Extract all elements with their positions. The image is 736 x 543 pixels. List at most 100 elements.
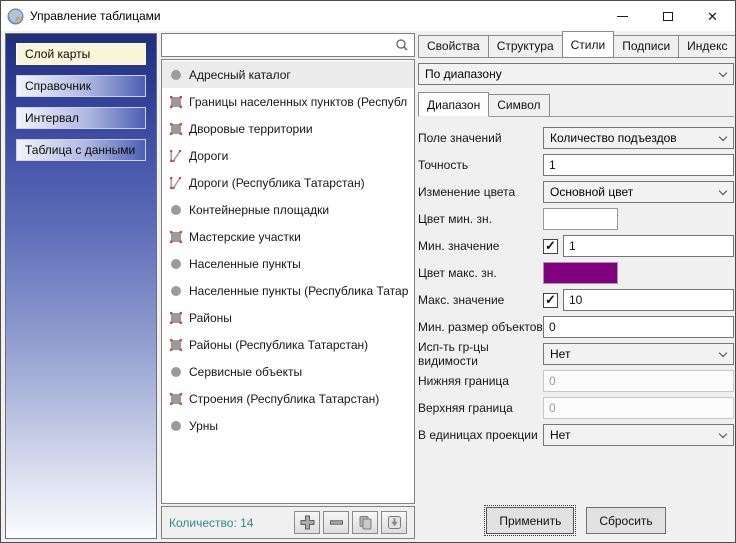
tab-structure[interactable]: Структура — [488, 35, 563, 58]
sidebar-item-data-table[interactable]: Таблица с данными — [16, 139, 146, 161]
max-value-checkbox[interactable] — [543, 293, 558, 308]
sidebar-item-interval[interactable]: Интервал — [16, 107, 146, 129]
list-item-label: Населенные пункты (Республика Татар — [189, 284, 408, 298]
values-field-select[interactable]: Количество подъездов — [543, 127, 734, 149]
sidebar-item-directory[interactable]: Справочник — [16, 75, 146, 97]
visibility-bounds-select[interactable]: Нет — [543, 343, 734, 365]
chevron-down-icon — [719, 69, 727, 77]
chevron-down-icon — [719, 133, 727, 141]
list-item[interactable]: Дороги — [162, 142, 414, 169]
maximize-button[interactable] — [645, 1, 690, 31]
precision-input[interactable] — [543, 154, 734, 176]
list-item[interactable]: Районы (Республика Татарстан) — [162, 331, 414, 358]
subtab-range[interactable]: Диапазон — [418, 92, 489, 117]
field-label: Цвет мин. зн. — [418, 212, 543, 226]
list-item-label: Контейнерные площадки — [189, 203, 329, 217]
maximize-icon — [663, 12, 673, 21]
field-label: Макс. значение — [418, 293, 543, 307]
list-item[interactable]: Районы — [162, 304, 414, 331]
form-row: Верхняя граница — [418, 397, 734, 419]
min-value-input[interactable] — [563, 235, 734, 257]
list-item[interactable]: Адресный каталог — [162, 61, 414, 88]
tabstrip: Свойства Структура Стили Подписи Индекс — [418, 33, 734, 58]
line-icon — [169, 177, 182, 189]
tab-labels[interactable]: Подписи — [613, 35, 679, 58]
list-item-label: Дворовые территории — [189, 122, 313, 136]
copy-layer-button[interactable] — [352, 511, 378, 534]
search-box — [161, 33, 415, 57]
field-label: Верхняя граница — [418, 401, 543, 415]
footer: Применить Сбросить — [418, 507, 734, 534]
point-icon — [169, 420, 182, 432]
close-button[interactable]: ✕ — [690, 1, 735, 31]
layer-count-label: Количество: 14 — [169, 516, 253, 530]
list-item-label: Адресный каталог — [189, 68, 291, 82]
tab-styles[interactable]: Стили — [562, 31, 615, 58]
field-label: Мин. значение — [418, 239, 543, 253]
list-item[interactable]: Строения (Республика Татарстан) — [162, 385, 414, 412]
globe-icon — [7, 8, 24, 25]
list-item[interactable]: Населенные пункты — [162, 250, 414, 277]
min-color-swatch[interactable] — [543, 208, 618, 230]
form-row: Нижняя граница — [418, 370, 734, 392]
form-row: Макс. значение — [418, 289, 734, 311]
sidebar-item-map-layer[interactable]: Слой карты — [16, 43, 146, 65]
color-change-select[interactable]: Основной цвет — [543, 181, 734, 203]
list-item[interactable]: Контейнерные площадки — [162, 196, 414, 223]
field-label: Поле значений — [418, 131, 543, 145]
minimize-button[interactable] — [600, 1, 645, 31]
layer-list-footer: Количество: 14 — [161, 506, 415, 539]
subtab-symbol[interactable]: Символ — [488, 94, 549, 116]
form-row: Изменение цвета Основной цвет — [418, 181, 734, 203]
search-icon — [394, 38, 409, 53]
chevron-down-icon — [719, 187, 727, 195]
max-value-input[interactable] — [563, 289, 734, 311]
style-mode-select[interactable]: По диапазону — [418, 63, 734, 85]
polygon-icon — [169, 339, 182, 351]
list-item[interactable]: Дороги (Республика Татарстан) — [162, 169, 414, 196]
list-item-label: Районы (Республика Татарстан) — [189, 338, 368, 352]
projection-units-select[interactable]: Нет — [543, 424, 734, 446]
main-area: Слой карты Справочник Интервал Таблица с… — [1, 31, 735, 542]
polygon-icon — [169, 123, 182, 135]
form-row: Цвет макс. зн. — [418, 262, 734, 284]
apply-button[interactable]: Применить — [486, 507, 574, 534]
remove-layer-button[interactable] — [323, 511, 349, 534]
search-input[interactable] — [162, 35, 394, 55]
reset-button[interactable]: Сбросить — [586, 507, 665, 534]
point-icon — [169, 204, 182, 216]
list-item[interactable]: Границы населенных пунктов (Республ — [162, 88, 414, 115]
list-item[interactable]: Дворовые территории — [162, 115, 414, 142]
import-icon — [387, 515, 402, 530]
form-row: Точность — [418, 154, 734, 176]
tab-index[interactable]: Индекс — [678, 35, 736, 58]
titlebar: Управление таблицами ✕ — [1, 1, 735, 31]
form-row: Мин. значение — [418, 235, 734, 257]
list-item[interactable]: Населенные пункты (Республика Татар — [162, 277, 414, 304]
tab-properties[interactable]: Свойства — [418, 35, 489, 58]
field-label: Исп-ть гр-цы видимости — [418, 340, 543, 368]
list-item-label: Дороги (Республика Татарстан) — [189, 176, 365, 190]
plus-icon — [300, 515, 315, 530]
list-item-label: Границы населенных пунктов (Республ — [189, 95, 407, 109]
point-icon — [169, 285, 182, 297]
form-row: Мин. размер объектов — [418, 316, 734, 338]
min-value-checkbox[interactable] — [543, 239, 558, 254]
polygon-icon — [169, 231, 182, 243]
field-label: Цвет макс. зн. — [418, 266, 543, 280]
field-label: Нижняя граница — [418, 374, 543, 388]
layer-list[interactable]: Адресный каталог Границы населенных пунк… — [161, 59, 415, 504]
minimize-icon — [617, 16, 628, 17]
list-item[interactable]: Урны — [162, 412, 414, 439]
import-layer-button[interactable] — [381, 511, 407, 534]
list-item[interactable]: Сервисные объекты — [162, 358, 414, 385]
list-item[interactable]: Мастерские участки — [162, 223, 414, 250]
max-color-swatch[interactable] — [543, 262, 618, 284]
chevron-down-icon — [719, 430, 727, 438]
point-icon — [169, 69, 182, 81]
field-label: В единицах проекции — [418, 428, 543, 442]
copy-icon — [358, 515, 373, 530]
min-object-size-input[interactable] — [543, 316, 734, 338]
add-layer-button[interactable] — [294, 511, 320, 534]
upper-bound-input — [543, 397, 734, 419]
